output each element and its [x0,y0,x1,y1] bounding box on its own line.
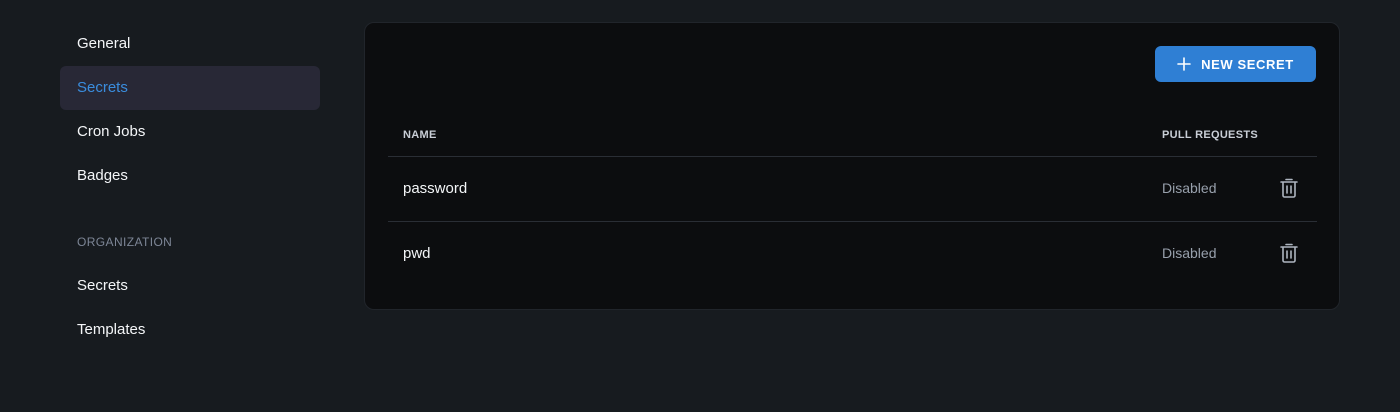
sidebar-item-general[interactable]: General [60,22,320,66]
sidebar-item-badges[interactable]: Badges [60,154,320,198]
table-row: password Disabled [388,157,1317,222]
secret-name: password [403,180,468,197]
new-secret-label: NEW SECRET [1201,56,1294,72]
plus-icon [1177,57,1191,71]
sidebar-item-secrets[interactable]: Secrets [60,66,320,110]
pull-requests-status: Disabled [1162,245,1217,261]
sidebar-item-org-secrets[interactable]: Secrets [60,264,320,308]
sidebar-section-organization: ORGANIZATION [77,235,173,249]
sidebar-item-cron-jobs[interactable]: Cron Jobs [60,110,320,154]
column-header-name: NAME [403,129,437,141]
column-header-pull-requests: PULL REQUESTS [1162,129,1258,141]
secrets-panel: NEW SECRET NAME PULL REQUESTS password D… [364,22,1340,310]
settings-sidebar: General Secrets Cron Jobs Badges ORGANIZ… [60,22,320,352]
trash-icon[interactable] [1277,241,1301,265]
table-row: pwd Disabled [388,222,1317,286]
trash-icon[interactable] [1277,176,1301,200]
pull-requests-status: Disabled [1162,180,1217,196]
secrets-table: NAME PULL REQUESTS password Disabled pwd… [388,115,1317,286]
table-header: NAME PULL REQUESTS [388,115,1317,157]
secret-name: pwd [403,245,431,262]
sidebar-item-org-templates[interactable]: Templates [60,308,320,352]
new-secret-button[interactable]: NEW SECRET [1155,46,1316,82]
